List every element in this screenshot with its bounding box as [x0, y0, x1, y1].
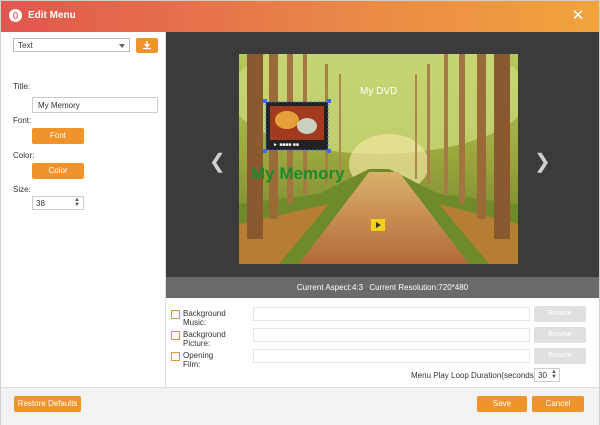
spinner-arrows-icon[interactable]: ▲ ▼: [74, 197, 80, 208]
color-button[interactable]: Color: [32, 163, 84, 179]
edit-menu-window: Edit Menu ✕ Text Title: My Memory Font: …: [0, 0, 600, 425]
left-panel: Text Title: My Memory Font: Font Color: …: [1, 32, 166, 387]
bg-music-checkbox[interactable]: [171, 310, 180, 319]
loop-duration-value: 30: [538, 371, 547, 380]
previous-arrow-icon[interactable]: ❮: [209, 149, 226, 174]
bg-picture-browse-button[interactable]: Browse: [534, 327, 586, 343]
type-select[interactable]: Text: [13, 38, 130, 52]
memory-title-text[interactable]: My Memory: [251, 164, 345, 184]
cancel-button[interactable]: Cancel: [532, 396, 584, 412]
type-select-value: Text: [18, 41, 33, 50]
opening-film-browse-button[interactable]: Browse: [534, 348, 586, 364]
play-button-icon[interactable]: [371, 219, 385, 231]
title-label: Title:: [13, 82, 31, 91]
opening-film-field[interactable]: [253, 349, 530, 363]
menu-background-image: My DVD ► ■■■■ ■■ My Memory: [239, 54, 518, 264]
opening-film-label: Opening Film:: [183, 351, 214, 369]
loop-duration-spinner[interactable]: 30 ▲ ▼: [534, 368, 560, 382]
menu-preview: ❮ ❯ My DVD ► ■■■■ ■■ My Memory: [166, 32, 599, 277]
font-label: Font:: [13, 116, 32, 125]
footer: Restore Defaults Save Cancel: [1, 387, 599, 425]
bg-music-browse-button[interactable]: Browse: [534, 306, 586, 322]
close-icon[interactable]: ✕: [569, 7, 587, 25]
bg-music-label: Background Music:: [183, 309, 226, 327]
title-bar: Edit Menu ✕: [1, 1, 599, 32]
size-spinner[interactable]: 38 ▲ ▼: [32, 196, 84, 210]
app-logo-icon: [9, 9, 22, 22]
info-bar: Current Aspect:4:3 Current Resolution:72…: [166, 277, 599, 298]
opening-film-checkbox[interactable]: [171, 352, 180, 361]
window-title: Edit Menu: [28, 10, 76, 21]
color-label: Color:: [13, 151, 35, 160]
size-value: 38: [36, 199, 45, 208]
thumb-caption: ► ■■■■ ■■: [273, 142, 299, 148]
bg-music-field[interactable]: [253, 307, 530, 321]
save-button[interactable]: Save: [477, 396, 527, 412]
loop-duration-label: Menu Play Loop Duration(seconds):: [411, 371, 539, 380]
bg-picture-label: Background Picture:: [183, 330, 226, 348]
size-label: Size:: [13, 185, 31, 194]
download-button[interactable]: [136, 38, 158, 53]
bg-picture-field[interactable]: [253, 328, 530, 342]
chevron-down-icon: [119, 44, 125, 48]
spinner-arrows-icon[interactable]: ▲ ▼: [551, 369, 557, 380]
download-icon: [143, 41, 151, 50]
restore-defaults-button[interactable]: Restore Defaults: [14, 396, 81, 412]
dvd-title-text[interactable]: My DVD: [360, 86, 397, 97]
bg-picture-checkbox[interactable]: [171, 331, 180, 340]
aspect-text: Current Aspect:4:3: [296, 283, 364, 292]
font-button[interactable]: Font: [32, 128, 84, 144]
resolution-text: Current Resolution:720*480: [369, 283, 469, 292]
title-input[interactable]: My Memory: [32, 97, 158, 113]
next-arrow-icon[interactable]: ❯: [534, 149, 551, 174]
